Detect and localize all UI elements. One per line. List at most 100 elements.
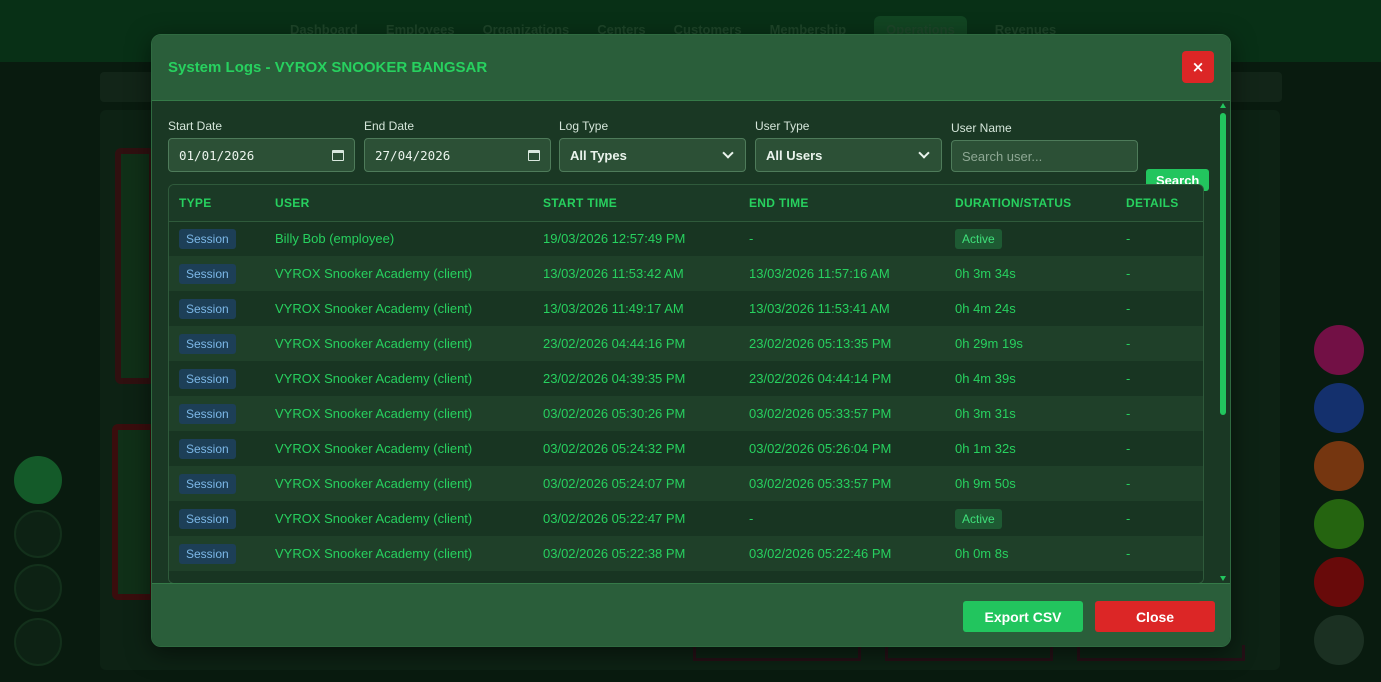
type-badge: Session xyxy=(179,298,236,319)
cell-details: - xyxy=(1116,501,1203,536)
modal-footer: Export CSV Close xyxy=(152,583,1230,646)
cell-end-time: 23/02/2026 04:44:14 PM xyxy=(739,361,945,396)
chevron-down-icon xyxy=(721,148,735,162)
column-header-start-time[interactable]: START TIME xyxy=(533,185,739,222)
column-header-duration-status[interactable]: DURATION/STATUS xyxy=(945,185,1116,222)
cell-duration-status: 0h 3m 34s xyxy=(945,256,1116,291)
status-badge: 0h 0m 8s xyxy=(955,546,1009,561)
cell-type: Session xyxy=(169,466,265,501)
log-type-filter: Log Type All Types xyxy=(559,119,746,172)
modal-header: System Logs - VYROX SNOOKER BANGSAR × xyxy=(152,35,1230,101)
table-row[interactable]: Session VYROX Snooker Academy (client) 03/… xyxy=(169,501,1203,536)
table-row[interactable]: Session VYROX Snooker Academy (client) 03/… xyxy=(169,431,1203,466)
cell-type: Session xyxy=(169,256,265,291)
cell-type: Session xyxy=(169,361,265,396)
cell-end-time: 03/02/2026 05:26:04 PM xyxy=(739,431,945,466)
cell-user: VYROX Snooker Academy (client) xyxy=(265,431,533,466)
type-badge: Session xyxy=(179,438,236,459)
status-badge: 0h 4m 39s xyxy=(955,371,1016,386)
start-date-filter: Start Date 01/01/2026 xyxy=(168,119,355,172)
table-row[interactable]: Session VYROX Snooker Academy (client) 23/… xyxy=(169,326,1203,361)
cell-start-time: 03/02/2026 05:30:26 PM xyxy=(533,396,739,431)
start-date-input[interactable]: 01/01/2026 xyxy=(168,138,355,172)
cell-duration-status: Active xyxy=(945,221,1116,256)
cell-end-time: 23/02/2026 05:13:35 PM xyxy=(739,326,945,361)
end-date-value: 27/04/2026 xyxy=(375,147,451,163)
user-type-select[interactable]: All Users xyxy=(755,138,942,172)
chevron-down-icon xyxy=(917,148,931,162)
cell-start-time: 03/02/2026 05:24:07 PM xyxy=(533,466,739,501)
type-badge: Session xyxy=(179,543,236,564)
user-name-placeholder: Search user... xyxy=(962,148,1043,164)
cell-duration-status: 0h 3m 31s xyxy=(945,396,1116,431)
cell-end-time: 03/02/2026 05:22:46 PM xyxy=(739,536,945,571)
cell-details: - xyxy=(1116,326,1203,361)
cell-duration-status: Active xyxy=(945,501,1116,536)
status-badge: Active xyxy=(955,508,1002,529)
column-header-type[interactable]: TYPE xyxy=(169,185,265,222)
cell-start-time: 19/03/2026 12:57:49 PM xyxy=(533,221,739,256)
status-badge: 0h 3m 31s xyxy=(955,406,1016,421)
table-row[interactable]: Session VYROX Snooker Academy (client) 03/… xyxy=(169,396,1203,431)
cell-user: VYROX Snooker Academy (client) xyxy=(265,396,533,431)
close-icon[interactable]: × xyxy=(1182,51,1214,83)
column-header-details[interactable]: DETAILS xyxy=(1116,185,1203,222)
cell-start-time: 03/02/2026 05:24:32 PM xyxy=(533,431,739,466)
table-row[interactable]: Session VYROX Snooker Academy (client) 03/… xyxy=(169,536,1203,571)
table-row[interactable]: Session Billy Bob (employee) 19/03/2026 12… xyxy=(169,221,1203,256)
cell-type: Session xyxy=(169,396,265,431)
type-badge: Session xyxy=(179,508,236,529)
status-badge: Active xyxy=(955,228,1002,249)
type-badge: Session xyxy=(179,228,236,249)
table-row[interactable]: Session VYROX Snooker Academy (client) 13/… xyxy=(169,291,1203,326)
cell-start-time: 03/02/2026 05:22:38 PM xyxy=(533,536,739,571)
type-badge: Session xyxy=(179,368,236,389)
cell-type: Session xyxy=(169,431,265,466)
table-row[interactable]: Session VYROX Snooker Academy (client) 23/… xyxy=(169,361,1203,396)
type-badge: Session xyxy=(179,333,236,354)
column-header-user[interactable]: USER xyxy=(265,185,533,222)
cell-type: Session xyxy=(169,291,265,326)
cell-end-time: 13/03/2026 11:57:16 AM xyxy=(739,256,945,291)
cell-start-time: 23/02/2026 04:39:35 PM xyxy=(533,361,739,396)
column-header-end-time[interactable]: END TIME xyxy=(739,185,945,222)
cell-duration-status: 0h 1m 32s xyxy=(945,431,1116,466)
scrollbar[interactable] xyxy=(1218,101,1228,583)
end-date-input[interactable]: 27/04/2026 xyxy=(364,138,551,172)
user-type-filter: User Type All Users xyxy=(755,119,942,172)
cell-end-time: 13/03/2026 11:53:41 AM xyxy=(739,291,945,326)
export-csv-button[interactable]: Export CSV xyxy=(963,601,1083,632)
cell-type: Session xyxy=(169,221,265,256)
user-type-label: User Type xyxy=(755,119,810,133)
log-type-value: All Types xyxy=(570,147,627,163)
cell-end-time: - xyxy=(739,221,945,256)
table-row[interactable]: Session VYROX Snooker Academy (client) 13/… xyxy=(169,256,1203,291)
table-header-row: TYPE USER START TIME END TIME DURATION/S… xyxy=(169,185,1203,222)
cell-type: Session xyxy=(169,326,265,361)
scrollbar-thumb[interactable] xyxy=(1220,113,1226,415)
cell-details: - xyxy=(1116,466,1203,501)
calendar-icon[interactable] xyxy=(528,149,540,161)
modal-body: Start Date 01/01/2026 End Date 27/04/202… xyxy=(152,101,1230,584)
scroll-up-arrow-icon[interactable] xyxy=(1220,103,1226,108)
system-logs-modal: System Logs - VYROX SNOOKER BANGSAR × St… xyxy=(151,34,1231,647)
cell-duration-status: 0h 4m 24s xyxy=(945,291,1116,326)
logs-table: TYPE USER START TIME END TIME DURATION/S… xyxy=(168,184,1204,584)
cell-start-time: 13/03/2026 11:53:42 AM xyxy=(533,256,739,291)
cell-start-time: 13/03/2026 11:49:17 AM xyxy=(533,291,739,326)
cell-duration-status: 0h 9m 50s xyxy=(945,466,1116,501)
close-button[interactable]: Close xyxy=(1095,601,1215,632)
status-badge: 0h 1m 32s xyxy=(955,441,1016,456)
calendar-icon[interactable] xyxy=(332,149,344,161)
table-row[interactable]: Session VYROX Snooker Academy (client) 03/… xyxy=(169,466,1203,501)
log-type-label: Log Type xyxy=(559,119,609,133)
log-type-select[interactable]: All Types xyxy=(559,138,746,172)
cell-user: VYROX Snooker Academy (client) xyxy=(265,326,533,361)
modal-title: System Logs - VYROX SNOOKER BANGSAR xyxy=(168,59,488,76)
user-type-value: All Users xyxy=(766,147,823,163)
status-badge: 0h 9m 50s xyxy=(955,476,1016,491)
user-name-input[interactable]: Search user... xyxy=(951,140,1138,172)
user-name-filter: User Name Search user... xyxy=(951,121,1138,172)
cell-user: VYROX Snooker Academy (client) xyxy=(265,256,533,291)
scroll-down-arrow-icon[interactable] xyxy=(1220,576,1226,581)
